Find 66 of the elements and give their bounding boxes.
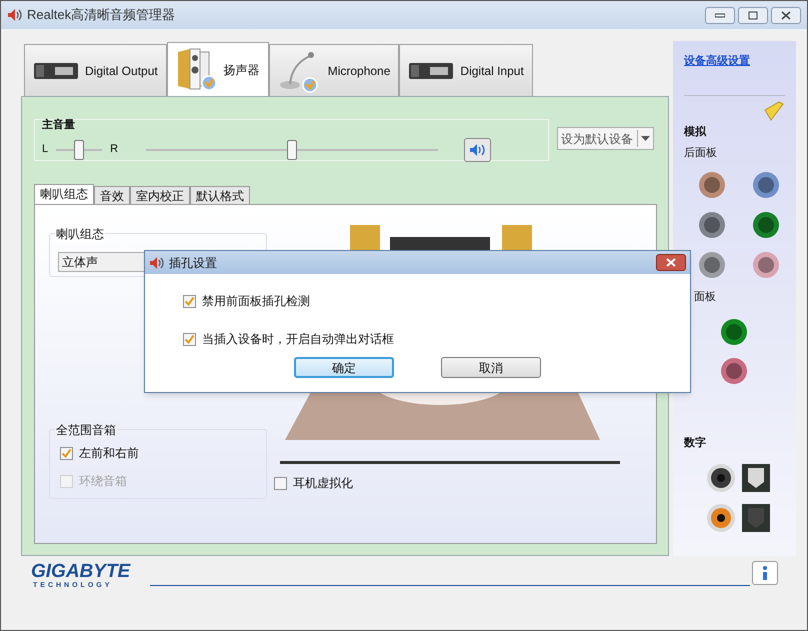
mute-button[interactable] xyxy=(464,138,492,162)
window-title: Realtek高清晰音频管理器 xyxy=(27,6,176,24)
close-icon xyxy=(781,10,791,20)
default-device-dropdown[interactable]: 设为默认设备 xyxy=(557,127,654,150)
checkbox-label: 左前和右前 xyxy=(79,445,139,462)
checkmark-icon xyxy=(184,334,195,344)
audio-jack-icon[interactable] xyxy=(720,318,748,346)
speaker-icon xyxy=(7,8,23,22)
section-label: 后面板 xyxy=(684,146,718,160)
checkmark-icon xyxy=(61,448,72,458)
balance-slider[interactable] xyxy=(56,138,102,160)
audio-jack-icon[interactable] xyxy=(698,211,726,239)
speaker-icon xyxy=(149,256,165,270)
audio-jack-icon[interactable] xyxy=(752,211,780,239)
device-tab[interactable]: Microphone xyxy=(268,44,400,96)
dialog-button[interactable]: 取消 xyxy=(441,357,541,378)
maximize-icon xyxy=(748,10,758,20)
settings-tab[interactable]: 音效 xyxy=(94,186,130,204)
checkbox-label: 禁用前面板插孔检测 xyxy=(202,293,310,310)
settings-tab[interactable]: 默认格式 xyxy=(190,186,250,204)
checkbox[interactable] xyxy=(274,476,287,490)
volume-slider[interactable] xyxy=(146,138,438,160)
right-label: R xyxy=(110,142,118,158)
slider-thumb[interactable] xyxy=(74,140,84,160)
checkmark-icon xyxy=(184,296,195,306)
audio-jack-icon[interactable] xyxy=(752,251,780,279)
device-tab[interactable]: 扬声器 xyxy=(166,42,269,96)
coaxial-port-icon[interactable] xyxy=(706,503,736,533)
section-label: 数字 xyxy=(684,436,707,450)
close-button[interactable] xyxy=(656,254,686,271)
audio-jack-icon[interactable] xyxy=(698,171,726,199)
checkbox-label: 环绕音箱 xyxy=(79,473,127,490)
audio-jack-icon[interactable] xyxy=(752,171,780,199)
checkbox-label: 耳机虚拟化 xyxy=(293,475,353,492)
settings-tab[interactable]: 喇叭组态 xyxy=(34,184,94,204)
left-label: L xyxy=(42,142,48,158)
group-label: 喇叭组态 xyxy=(55,225,105,243)
optical-port-icon[interactable] xyxy=(742,464,770,492)
checkbox[interactable] xyxy=(183,332,196,346)
maximize-button[interactable] xyxy=(738,6,768,24)
slider-thumb[interactable] xyxy=(287,140,298,160)
device-tab[interactable]: Digital Input xyxy=(399,44,533,96)
checkbox-label: 当插入设备时，开启自动弹出对话框 xyxy=(202,331,394,348)
audio-jack-icon[interactable] xyxy=(720,356,748,384)
checkbox[interactable] xyxy=(60,446,73,460)
dropdown-arrow-icon xyxy=(641,136,650,141)
section-label: 模拟 xyxy=(684,124,708,140)
close-icon xyxy=(666,258,676,267)
coaxial-port-icon[interactable] xyxy=(706,463,736,493)
close-button[interactable] xyxy=(771,6,801,24)
speaker-check-icon xyxy=(176,48,218,92)
info-button[interactable] xyxy=(752,561,778,585)
speaker-icon xyxy=(468,142,487,156)
group-label: 主音量 xyxy=(42,118,76,133)
dialog-button[interactable]: 确定 xyxy=(294,357,394,378)
brand-logo: GIGABYTE xyxy=(31,562,130,581)
settings-tab[interactable]: 室内校正 xyxy=(130,186,190,204)
advanced-settings-link[interactable]: 设备高级设置 xyxy=(684,55,750,67)
minimize-icon xyxy=(715,12,725,18)
device-tab[interactable]: Digital Output xyxy=(24,44,167,96)
minimize-button[interactable] xyxy=(705,6,735,24)
group-label: 全范围音箱 xyxy=(55,421,117,439)
audio-jack-icon[interactable] xyxy=(698,251,726,279)
section-label: 面板 xyxy=(694,290,717,305)
checkbox[interactable] xyxy=(183,294,196,308)
dialog-title: 插孔设置 xyxy=(169,254,217,272)
